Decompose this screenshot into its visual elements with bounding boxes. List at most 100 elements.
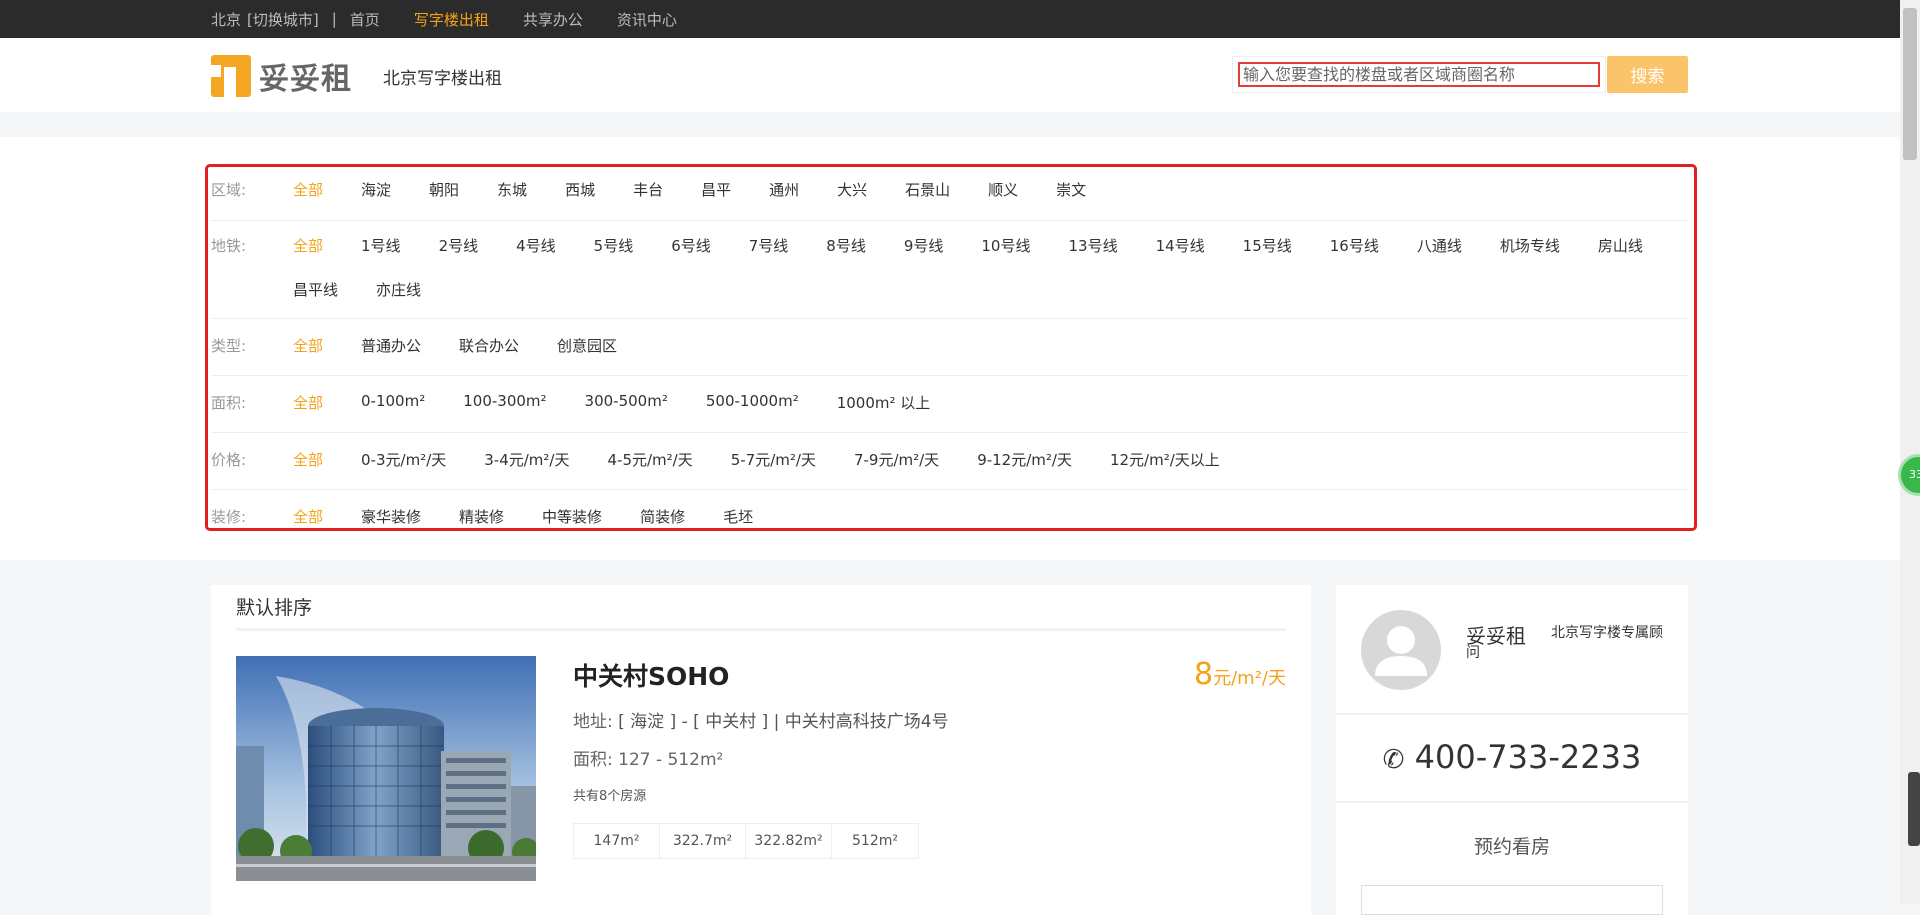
filter-option[interactable]: 普通办公	[361, 335, 421, 356]
property-area: 面积: 127 - 512m²	[573, 745, 723, 770]
filter-option[interactable]: 13号线	[1068, 235, 1117, 256]
filter-label: 类型:	[211, 337, 247, 355]
property-price: 8元/m²/天	[1194, 657, 1286, 692]
scrollbar-thumb[interactable]	[1903, 8, 1917, 160]
filter-highlight-box: 区域: 全部 海淀 朝阳 东城 西城 丰台 昌平 通州 大兴 石景山 顺义 崇文…	[205, 164, 1697, 531]
filter-option[interactable]: 创意园区	[557, 335, 617, 356]
logo-icon	[211, 55, 251, 97]
agent-card: 北京写字楼专属顾问 妥妥租 ✆ 400-733-2233 预约看房	[1336, 585, 1688, 915]
filter-option[interactable]: 东城	[497, 179, 527, 200]
filter-option[interactable]: 0-100m²	[361, 392, 425, 413]
filter-option[interactable]: 500-1000m²	[706, 392, 799, 413]
size-chip[interactable]: 322.82m²	[746, 824, 832, 858]
filter-option[interactable]: 昌平	[701, 179, 731, 200]
filter-row-type: 类型: 全部 普通办公 联合办公 创意园区	[211, 319, 1688, 376]
filter-option[interactable]: 房山线	[1598, 235, 1643, 256]
filter-option[interactable]: 7-9元/m²/天	[854, 449, 939, 470]
filter-option[interactable]: 8号线	[826, 235, 866, 256]
filter-option[interactable]: 西城	[565, 179, 595, 200]
filter-option[interactable]: 机场专线	[1500, 235, 1560, 256]
switch-city-link[interactable]: [切换城市]	[247, 9, 319, 30]
filter-option[interactable]: 15号线	[1243, 235, 1292, 256]
nav-news[interactable]: 资讯中心	[617, 9, 677, 30]
filter-option[interactable]: 全部	[293, 179, 323, 200]
sort-default[interactable]: 默认排序	[236, 593, 312, 620]
filter-option[interactable]: 毛坯	[723, 506, 753, 527]
site-logo[interactable]: 妥妥租	[211, 54, 352, 98]
nav-shared-office[interactable]: 共享办公	[523, 9, 583, 30]
price-unit: 元/m²/天	[1213, 668, 1286, 689]
listing-count: 共有8个房源	[573, 789, 647, 804]
filter-option[interactable]: 12元/m²/天以上	[1110, 449, 1220, 470]
agent-divider	[1336, 713, 1688, 715]
filter-option[interactable]: 昌平线	[293, 279, 338, 300]
phone-icon: ✆	[1382, 745, 1405, 775]
book-name-field[interactable]	[1361, 885, 1663, 915]
property-name[interactable]: 中关村SOHO	[573, 657, 729, 693]
filter-option[interactable]: 7号线	[749, 235, 789, 256]
agent-name: 妥妥租	[1466, 624, 1526, 648]
filter-option[interactable]: 海淀	[361, 179, 391, 200]
phone-number[interactable]: ✆ 400-733-2233	[1336, 738, 1688, 776]
property-address: 地址: [ 海淀 ] - [ 中关村 ] | 中关村高科技广场4号	[573, 707, 949, 732]
area-label: 面积:	[573, 750, 613, 770]
filter-option[interactable]: 朝阳	[429, 179, 459, 200]
building-photo[interactable]	[236, 656, 536, 881]
nav-office-rent[interactable]: 写字楼出租	[414, 9, 489, 30]
filter-option[interactable]: 简装修	[640, 506, 685, 527]
filter-option[interactable]: 4号线	[516, 235, 556, 256]
filter-option[interactable]: 中等装修	[542, 506, 602, 527]
filter-option[interactable]: 丰台	[633, 179, 663, 200]
filter-option[interactable]: 9-12元/m²/天	[977, 449, 1072, 470]
filter-option[interactable]: 石景山	[905, 179, 950, 200]
filter-option[interactable]: 顺义	[988, 179, 1018, 200]
size-chip[interactable]: 512m²	[832, 824, 918, 858]
filter-option[interactable]: 八通线	[1417, 235, 1462, 256]
filter-option[interactable]: 10号线	[981, 235, 1030, 256]
filter-option[interactable]: 9号线	[904, 235, 944, 256]
city-label: 北京	[211, 10, 242, 29]
filter-option[interactable]: 全部	[293, 235, 323, 256]
filter-option[interactable]: 4-5元/m²/天	[607, 449, 692, 470]
filter-option[interactable]: 100-300m²	[463, 392, 546, 413]
filter-option[interactable]: 3-4元/m²/天	[484, 449, 569, 470]
filter-option[interactable]: 通州	[769, 179, 799, 200]
filter-label: 价格:	[211, 451, 247, 469]
filter-option[interactable]: 崇文	[1056, 179, 1086, 200]
filter-option[interactable]: 1号线	[361, 235, 401, 256]
filter-option[interactable]: 豪华装修	[361, 506, 421, 527]
size-chip[interactable]: 322.7m²	[660, 824, 746, 858]
filter-option[interactable]: 1000m² 以上	[837, 392, 931, 413]
side-panel-handle[interactable]	[1908, 772, 1920, 846]
filter-option[interactable]: 5号线	[594, 235, 634, 256]
nav-home[interactable]: 首页	[350, 9, 380, 30]
size-chip[interactable]: 147m²	[574, 824, 660, 858]
filter-option[interactable]: 300-500m²	[585, 392, 668, 413]
address-value: [ 海淀 ] - [ 中关村 ] | 中关村高科技广场4号	[618, 712, 949, 732]
size-chips: 147m² 322.7m² 322.82m² 512m²	[573, 823, 919, 859]
listing-card: 默认排序 中关村SOHO 8元/m²/天 地址: [海淀] - [中关村 …	[211, 585, 1311, 915]
filter-option[interactable]: 5-7元/m²/天	[731, 449, 816, 470]
filter-option[interactable]: 16号线	[1330, 235, 1379, 256]
filter-option[interactable]: 6号线	[671, 235, 711, 256]
phone-text: 400-733-2233	[1414, 738, 1642, 776]
filter-label: 区域:	[211, 181, 247, 199]
filter-option[interactable]: 亦庄线	[376, 279, 421, 300]
book-viewing-title: 预约看房	[1473, 836, 1550, 858]
filter-option[interactable]: 全部	[293, 506, 323, 527]
search-button[interactable]: 搜索	[1607, 56, 1688, 93]
filter-row-subway: 地铁: 全部 1号线 2号线 4号线 5号线 6号线 7号线 8号线 9号线 1…	[211, 221, 1688, 319]
filter-option[interactable]: 2号线	[439, 235, 479, 256]
filter-option[interactable]: 全部	[293, 449, 323, 470]
filter-row-price: 价格: 全部 0-3元/m²/天 3-4元/m²/天 4-5元/m²/天 5-7…	[211, 433, 1688, 490]
phone-divider	[1336, 801, 1688, 803]
filter-option[interactable]: 全部	[293, 392, 323, 413]
filter-option[interactable]: 全部	[293, 335, 323, 356]
search-input[interactable]	[1232, 56, 1606, 93]
filter-option[interactable]: 0-3元/m²/天	[361, 449, 446, 470]
filter-option[interactable]: 精装修	[459, 506, 504, 527]
filter-option[interactable]: 大兴	[837, 179, 867, 200]
filter-option[interactable]: 14号线	[1156, 235, 1205, 256]
filter-option[interactable]: 联合办公	[459, 335, 519, 356]
filter-label: 装修:	[211, 508, 247, 526]
